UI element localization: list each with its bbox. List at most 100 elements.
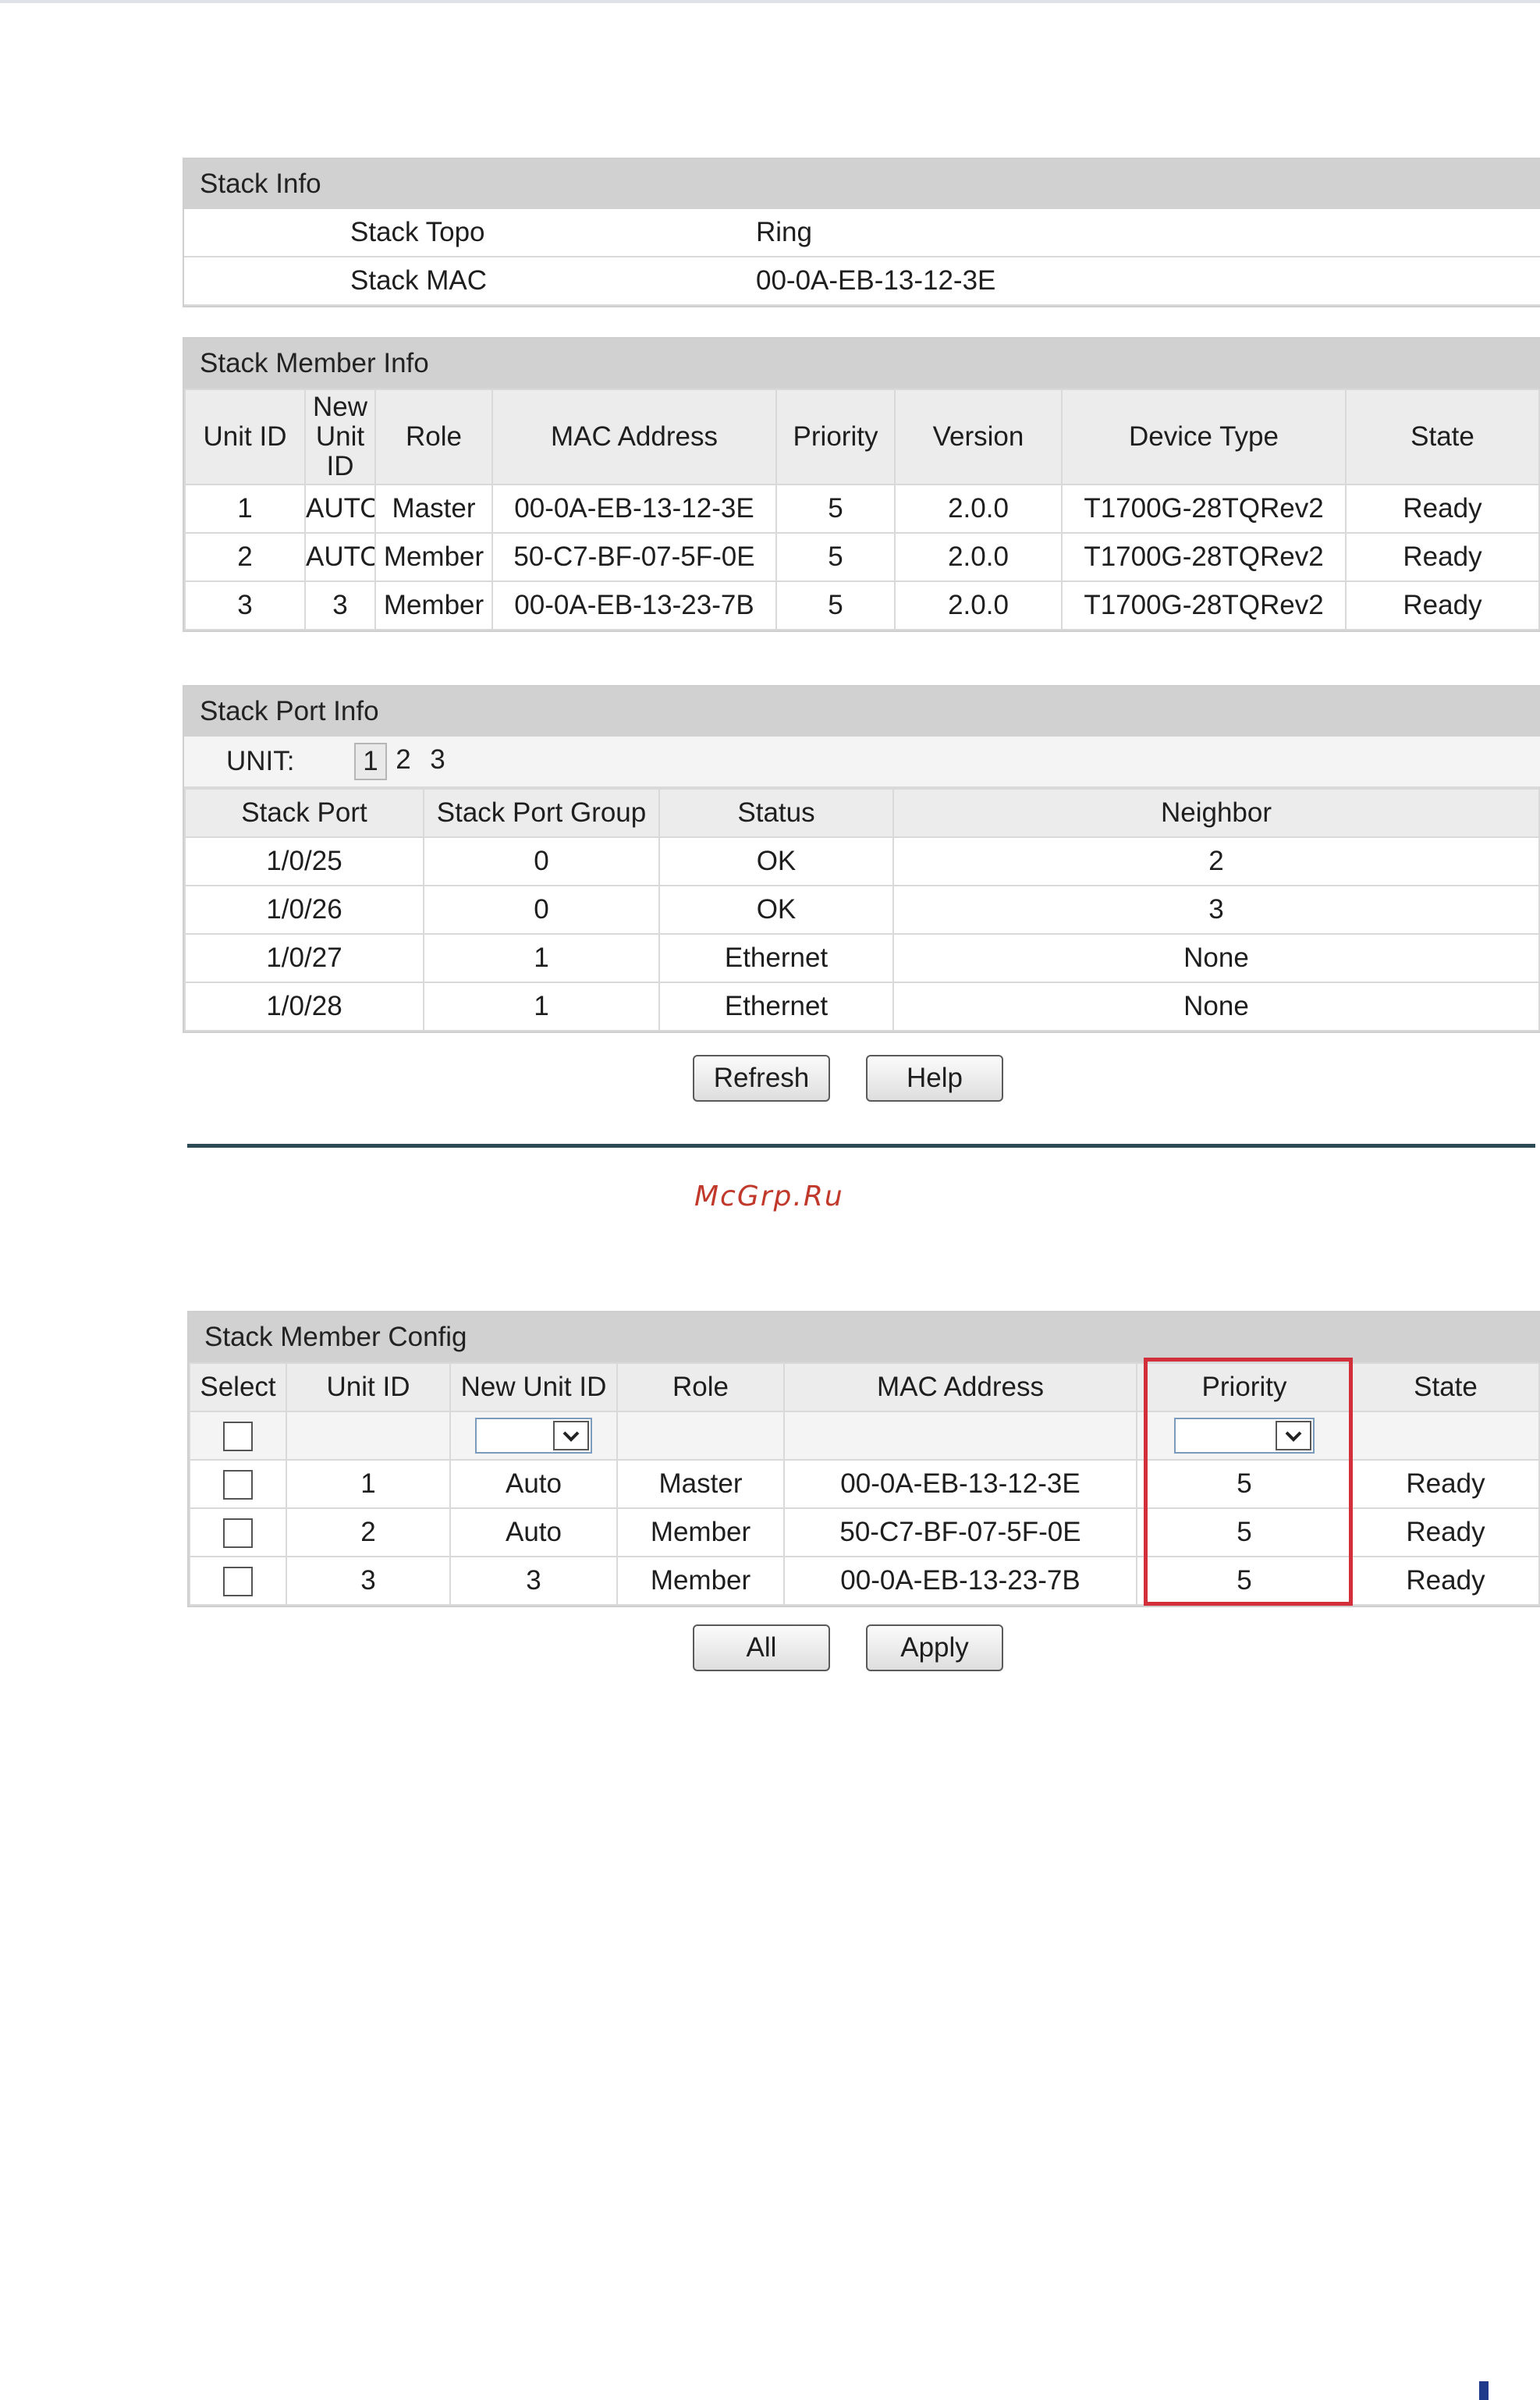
status-cell: OK: [658, 836, 894, 886]
table-row: 2 AUTO Member 50-C7-BF-07-5F-0E 5 2.0.0 …: [184, 532, 1540, 582]
col-stack-port-group: Stack Port Group: [423, 788, 660, 838]
role-cell: Master: [616, 1459, 785, 1509]
port-group-cell: 0: [423, 836, 660, 886]
select-all-checkbox[interactable]: [223, 1422, 253, 1452]
col-device-type: Device Type: [1061, 389, 1347, 485]
unit-selector: UNIT: 1 2 3: [184, 737, 1540, 788]
mac-cell: 00-0A-EB-13-23-7B: [783, 1556, 1137, 1606]
member-info-header-row: Unit ID New Unit ID Role MAC Address Pri…: [184, 389, 1540, 485]
new-unit-id-dropdown[interactable]: [475, 1418, 592, 1454]
state-cell: Ready: [1351, 1459, 1540, 1509]
role-cell: Member: [374, 580, 493, 630]
unit-3-link[interactable]: 3: [423, 743, 452, 777]
table-row: 1/0/25 0 OK 2: [184, 836, 1540, 886]
col-select: Select: [189, 1362, 287, 1412]
new-unit-id-cell: 3: [449, 1556, 618, 1606]
unit-2-link[interactable]: 2: [389, 743, 418, 777]
port-cell: 1/0/28: [184, 982, 424, 1031]
neighbor-cell: 2: [892, 836, 1540, 886]
device-type-cell: T1700G-28TQRev2: [1061, 532, 1347, 582]
stack-member-config-title: Stack Member Config: [189, 1312, 1540, 1362]
col-priority: Priority: [775, 389, 896, 485]
role-cell: Member: [616, 1556, 785, 1606]
priority-cell: 5: [1136, 1459, 1353, 1509]
table-row: 2 Auto Member 50-C7-BF-07-5F-0E 5 Ready: [189, 1507, 1540, 1557]
table-row: 1/0/26 0 OK 3: [184, 885, 1540, 935]
stack-topo-row: Stack Topo Ring: [184, 209, 1540, 257]
top-border: [0, 0, 1540, 3]
mac-cell: 00-0A-EB-13-23-7B: [491, 580, 777, 630]
port-cell: 1/0/26: [184, 885, 424, 935]
version-cell: 2.0.0: [894, 580, 1063, 630]
role-cell: Master: [374, 484, 493, 534]
state-cell: Ready: [1345, 484, 1540, 534]
table-row: 1/0/27 1 Ethernet None: [184, 933, 1540, 983]
apply-button[interactable]: Apply: [866, 1624, 1003, 1671]
col-role: Role: [374, 389, 493, 485]
priority-cell: 5: [775, 580, 896, 630]
col-mac-address: MAC Address: [491, 389, 777, 485]
new-unit-id-cell: AUTO: [304, 532, 376, 582]
state-cell: Ready: [1351, 1556, 1540, 1606]
priority-cell: 5: [775, 484, 896, 534]
col-version: Version: [894, 389, 1063, 485]
device-type-cell: T1700G-28TQRev2: [1061, 484, 1347, 534]
state-cell: Ready: [1345, 580, 1540, 630]
role-cell: Member: [374, 532, 493, 582]
config-header-row: Select Unit ID New Unit ID Role MAC Addr…: [189, 1362, 1540, 1412]
table-row: 1 Auto Master 00-0A-EB-13-12-3E 5 Ready: [189, 1459, 1540, 1509]
stack-info-panel: Stack Info Stack Topo Ring Stack MAC 00-…: [183, 158, 1540, 307]
table-row: 1 AUTO Master 00-0A-EB-13-12-3E 5 2.0.0 …: [184, 484, 1540, 534]
neighbor-cell: None: [892, 933, 1540, 983]
watermark: McGrp.Ru: [694, 1180, 844, 1212]
device-type-cell: T1700G-28TQRev2: [1061, 580, 1347, 630]
unit-id-cell: 3: [286, 1556, 451, 1606]
help-button[interactable]: Help: [866, 1055, 1003, 1102]
page-corner-mark: [1479, 2381, 1489, 2400]
stack-member-info-table: Unit ID New Unit ID Role MAC Address Pri…: [184, 389, 1540, 630]
port-cell: 1/0/27: [184, 933, 424, 983]
status-cell: Ethernet: [658, 933, 894, 983]
version-cell: 2.0.0: [894, 484, 1063, 534]
col-unit-id: Unit ID: [184, 389, 306, 485]
port-group-cell: 0: [423, 885, 660, 935]
stack-mac-row: Stack MAC 00-0A-EB-13-12-3E: [184, 257, 1540, 306]
stack-port-table: Stack Port Stack Port Group Status Neigh…: [184, 788, 1540, 1031]
status-cell: Ethernet: [658, 982, 894, 1031]
stack-topo-label: Stack Topo: [350, 209, 756, 257]
new-unit-id-cell: 3: [304, 580, 376, 630]
col-new-unit-id: New Unit ID: [304, 389, 376, 485]
col-neighbor: Neighbor: [892, 788, 1540, 838]
version-cell: 2.0.0: [894, 532, 1063, 582]
stack-info-table: Stack Topo Ring Stack MAC 00-0A-EB-13-12…: [184, 209, 1540, 306]
stack-mac-value: 00-0A-EB-13-12-3E: [756, 257, 1540, 306]
col-new-unit-id: New Unit ID: [449, 1362, 618, 1412]
col-state: State: [1345, 389, 1540, 485]
priority-cell: 5: [775, 532, 896, 582]
chevron-down-icon: [553, 1421, 589, 1450]
status-cell: OK: [658, 885, 894, 935]
stack-mac-label: Stack MAC: [350, 257, 756, 306]
row-checkbox[interactable]: [223, 1567, 253, 1597]
neighbor-cell: None: [892, 982, 1540, 1031]
stack-port-info-title: Stack Port Info: [184, 687, 1540, 737]
priority-cell: 5: [1136, 1556, 1353, 1606]
mac-cell: 50-C7-BF-07-5F-0E: [783, 1507, 1137, 1557]
all-button[interactable]: All: [693, 1624, 830, 1671]
unit-1-link[interactable]: 1: [354, 743, 387, 780]
priority-cell: 5: [1136, 1507, 1353, 1557]
stack-member-config-panel: Stack Member Config Select Unit ID New U…: [187, 1311, 1540, 1607]
new-unit-id-cell: Auto: [449, 1507, 618, 1557]
priority-dropdown[interactable]: [1174, 1418, 1315, 1454]
unit-id-cell: 2: [184, 532, 306, 582]
port-group-cell: 1: [423, 982, 660, 1031]
neighbor-cell: 3: [892, 885, 1540, 935]
row-checkbox[interactable]: [223, 1470, 253, 1500]
port-group-cell: 1: [423, 933, 660, 983]
stack-member-info-title: Stack Member Info: [184, 339, 1540, 389]
row-checkbox[interactable]: [223, 1518, 253, 1549]
mac-cell: 50-C7-BF-07-5F-0E: [491, 532, 777, 582]
refresh-button[interactable]: Refresh: [693, 1055, 830, 1102]
select-all-cell: [189, 1411, 287, 1461]
table-row: 1/0/28 1 Ethernet None: [184, 982, 1540, 1031]
